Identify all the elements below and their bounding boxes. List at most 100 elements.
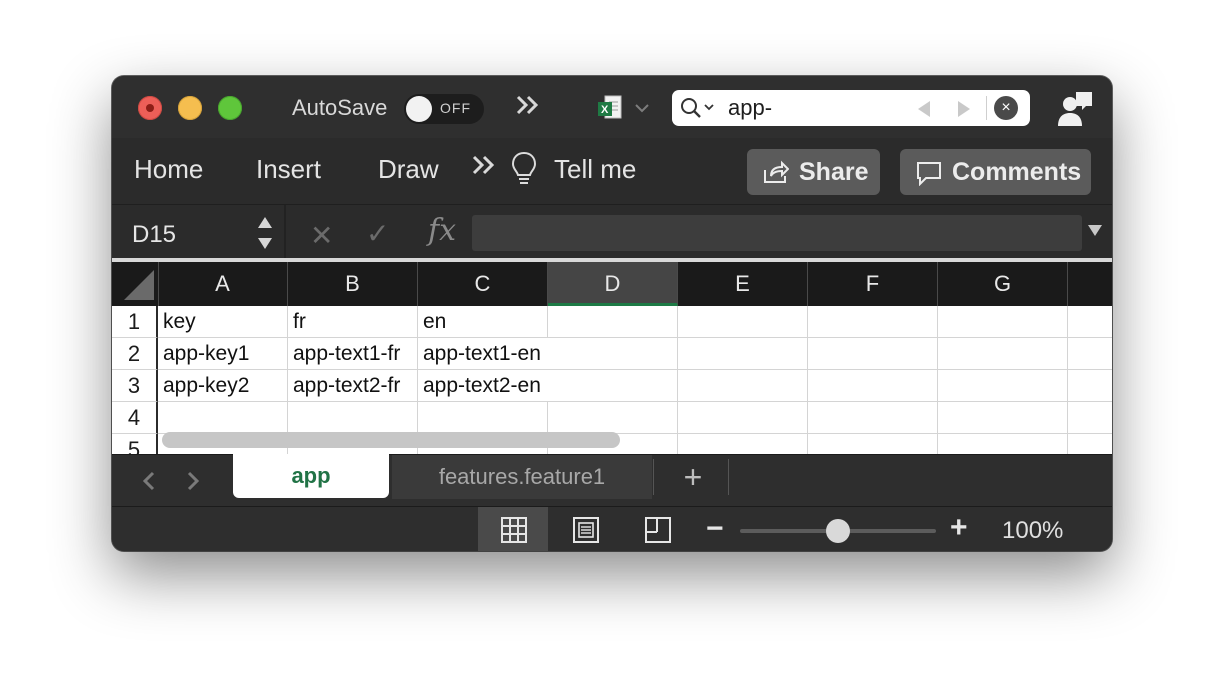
- zoom-window-button[interactable]: [218, 96, 242, 120]
- sheet-tab-features-feature1[interactable]: features.feature1: [392, 455, 652, 499]
- expand-formula-bar-icon[interactable]: [1088, 225, 1102, 236]
- page-break-view-button[interactable]: [622, 507, 692, 551]
- row-header-2[interactable]: 2: [112, 338, 158, 370]
- confirm-entry-icon[interactable]: ✓: [366, 217, 389, 250]
- column-header-f[interactable]: F: [808, 262, 938, 306]
- cell-e3[interactable]: [678, 370, 808, 402]
- next-sheet-icon[interactable]: [184, 469, 202, 493]
- row-header-4[interactable]: 4: [112, 402, 158, 434]
- cell-a3[interactable]: app-key2: [158, 370, 288, 402]
- zoom-level[interactable]: 100%: [1002, 517, 1063, 545]
- cell-d2[interactable]: [548, 338, 678, 370]
- previous-sheet-icon[interactable]: [140, 469, 158, 493]
- double-chevron-right-icon: [472, 155, 495, 175]
- cell-b3[interactable]: app-text2-fr: [288, 370, 418, 402]
- horizontal-scrollbar[interactable]: [162, 432, 620, 448]
- cell-b4[interactable]: [288, 402, 418, 434]
- sheet-tab-app[interactable]: app: [233, 454, 389, 498]
- tab-insert[interactable]: Insert: [256, 154, 321, 185]
- zoom-slider-knob[interactable]: [826, 519, 850, 543]
- search-next-icon[interactable]: [954, 99, 974, 119]
- column-header-e[interactable]: E: [678, 262, 808, 306]
- cell-a2[interactable]: app-key1: [158, 338, 288, 370]
- cell-c4[interactable]: [418, 402, 548, 434]
- column-header-c[interactable]: C: [418, 262, 548, 306]
- cell-h2[interactable]: [1068, 338, 1112, 370]
- cell-d4[interactable]: [548, 402, 678, 434]
- chevron-down-icon[interactable]: [632, 98, 652, 118]
- row-header-1[interactable]: 1: [112, 306, 158, 338]
- column-header-d[interactable]: D: [548, 262, 678, 306]
- cell-g2[interactable]: [938, 338, 1068, 370]
- tell-me-search[interactable]: Tell me: [554, 154, 636, 185]
- cell-a1[interactable]: key: [158, 306, 288, 338]
- cell-g1[interactable]: [938, 306, 1068, 338]
- row-header-3[interactable]: 3: [112, 370, 158, 402]
- cell-h4[interactable]: [1068, 402, 1112, 434]
- add-sheet-button[interactable]: +: [670, 459, 716, 495]
- cell-e2[interactable]: [678, 338, 808, 370]
- cell-g3[interactable]: [938, 370, 1068, 402]
- cell-c2[interactable]: app-text1-en: [418, 338, 548, 370]
- toolbar-overflow-button[interactable]: [514, 90, 542, 128]
- minimize-window-button[interactable]: [178, 96, 202, 120]
- spreadsheet-grid[interactable]: A B C D E F G 1 key fr en 2 app-key1 app…: [112, 262, 1112, 454]
- cell-f1[interactable]: [808, 306, 938, 338]
- clear-search-icon[interactable]: ×: [994, 96, 1018, 120]
- select-all-corner[interactable]: [112, 262, 159, 306]
- cell-d3[interactable]: [548, 370, 678, 402]
- toggle-knob: [406, 96, 432, 122]
- cell-b1[interactable]: fr: [288, 306, 418, 338]
- lightbulb-icon[interactable]: [510, 151, 538, 187]
- comments-button[interactable]: Comments: [900, 149, 1091, 195]
- cancel-entry-icon[interactable]: ✕: [310, 219, 333, 252]
- cell-a4[interactable]: [158, 402, 288, 434]
- cell-h3[interactable]: [1068, 370, 1112, 402]
- cell-e1[interactable]: [678, 306, 808, 338]
- cell-b2[interactable]: app-text1-fr: [288, 338, 418, 370]
- insert-function-button[interactable]: fx: [428, 213, 456, 248]
- autosave-state: OFF: [440, 100, 471, 116]
- ribbon: Home Insert Draw Tell me Share Comments: [112, 138, 1112, 204]
- tab-home[interactable]: Home: [134, 154, 203, 185]
- search-icon[interactable]: [680, 97, 718, 119]
- cell-h5[interactable]: [1068, 434, 1112, 454]
- column-header-h[interactable]: [1068, 262, 1112, 306]
- tab-draw[interactable]: Draw: [378, 154, 439, 185]
- cell-f4[interactable]: [808, 402, 938, 434]
- excel-window: AutoSave OFF X app- × Home Insert Draw T…: [112, 76, 1112, 551]
- cell-e5[interactable]: [678, 434, 808, 454]
- page-layout-view-button[interactable]: [550, 507, 620, 551]
- cell-f5[interactable]: [808, 434, 938, 454]
- name-box[interactable]: D15: [132, 221, 176, 249]
- autosave-toggle[interactable]: OFF: [404, 94, 484, 124]
- cell-g4[interactable]: [938, 402, 1068, 434]
- excel-document-icon[interactable]: X: [596, 94, 624, 122]
- cell-d1[interactable]: [548, 306, 678, 338]
- share-button[interactable]: Share: [747, 149, 880, 195]
- cell-g5[interactable]: [938, 434, 1068, 454]
- column-header-g[interactable]: G: [938, 262, 1068, 306]
- cell-f2[interactable]: [808, 338, 938, 370]
- ribbon-overflow-button[interactable]: [470, 150, 498, 187]
- search-box[interactable]: ×: [672, 90, 1030, 126]
- cell-e4[interactable]: [678, 402, 808, 434]
- close-window-button[interactable]: [138, 96, 162, 120]
- cell-h1[interactable]: [1068, 306, 1112, 338]
- column-header-a[interactable]: A: [158, 262, 288, 306]
- zoom-in-button[interactable]: +: [950, 511, 968, 545]
- normal-view-button[interactable]: [478, 507, 548, 551]
- search-previous-icon[interactable]: [914, 99, 934, 119]
- cell-c3[interactable]: app-text2-en: [418, 370, 548, 402]
- name-box-stepper-icon[interactable]: [256, 213, 274, 253]
- column-header-b[interactable]: B: [288, 262, 418, 306]
- cell-c1[interactable]: en: [418, 306, 548, 338]
- zoom-out-button[interactable]: −: [706, 512, 724, 546]
- row-header-5[interactable]: 5: [112, 434, 158, 454]
- formula-input[interactable]: [472, 215, 1082, 251]
- page-layout-icon: [573, 517, 599, 543]
- share-person-icon[interactable]: [1056, 88, 1096, 128]
- search-input[interactable]: [728, 95, 898, 121]
- search-divider: [986, 96, 987, 120]
- cell-f3[interactable]: [808, 370, 938, 402]
